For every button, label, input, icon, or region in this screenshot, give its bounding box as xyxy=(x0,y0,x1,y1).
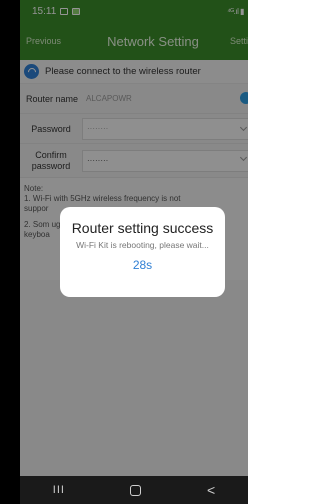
screen: 15:11 ⁴ᴳ.ıl ▮ Previous Network Setting S… xyxy=(0,0,248,504)
navigation-bar: III < xyxy=(20,476,248,504)
back-button[interactable]: < xyxy=(207,482,215,498)
success-dialog: Router setting success Wi-Fi Kit is rebo… xyxy=(60,207,225,297)
home-button[interactable] xyxy=(130,484,142,496)
countdown: 28s xyxy=(132,258,153,272)
recents-button[interactable]: III xyxy=(53,484,65,496)
dialog-message: Wi-Fi Kit is rebooting, please wait... xyxy=(76,240,209,250)
left-black-edge xyxy=(0,0,20,504)
dialog-title: Router setting success xyxy=(71,220,214,236)
